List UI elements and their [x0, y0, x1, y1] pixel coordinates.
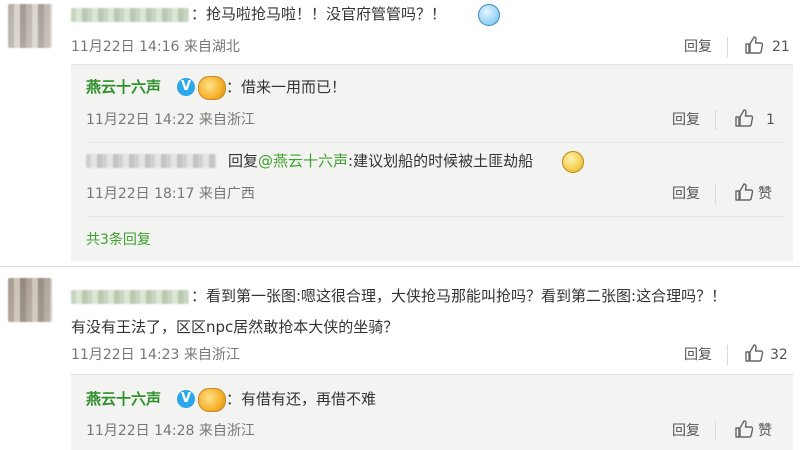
reply-button[interactable]: 回复	[684, 346, 712, 364]
thumb-up-icon[interactable]	[744, 343, 764, 363]
mention-link[interactable]: @燕云十六声	[258, 152, 348, 170]
verified-icon: V	[177, 78, 195, 96]
reply-button[interactable]: 回复	[672, 111, 700, 129]
thumb-up-icon[interactable]	[734, 182, 754, 202]
divider	[715, 110, 716, 130]
username-blurred[interactable]	[71, 290, 189, 304]
reply-button[interactable]: 回复	[672, 185, 700, 203]
comment-divider	[0, 266, 800, 267]
reply-text: 回复@燕云十六声:建议划船的时候被土匪劫船	[228, 151, 533, 171]
comment-time: 11月22日 14:23 来自浙江	[71, 347, 240, 363]
like-label[interactable]: 赞	[758, 422, 772, 440]
thumb-up-icon[interactable]	[744, 35, 764, 55]
reply-button[interactable]: 回复	[684, 38, 712, 56]
reply-author[interactable]: 燕云十六声	[86, 389, 161, 409]
divider	[715, 184, 716, 204]
thumb-up-icon[interactable]	[734, 108, 754, 128]
reply-author[interactable]: 燕云十六声	[86, 77, 161, 97]
divider	[86, 216, 786, 217]
like-count: 32	[770, 347, 788, 363]
reply-button[interactable]: 回复	[672, 422, 700, 440]
member-badge-icon	[198, 388, 226, 412]
emoji-icon	[478, 4, 500, 26]
thumb-up-icon[interactable]	[734, 419, 754, 439]
divider	[727, 345, 728, 365]
reply-text: ：有借有还，再借不难	[226, 390, 377, 408]
reply-time: 11月22日 14:28 来自浙江	[86, 423, 255, 439]
reply-body: :建议划船的时候被土匪劫船	[348, 152, 534, 170]
reply-text: ：借来一用而已！	[226, 78, 347, 96]
like-label[interactable]: 赞	[758, 185, 772, 203]
comment-text-line2: 有没有王法了，区区npc居然敢抢本大侠的坐骑？	[71, 318, 399, 336]
comment-text: ：抢马啦抢马啦！！没官府管管吗？！	[191, 5, 447, 23]
more-replies-link[interactable]: 共3条回复	[86, 230, 151, 250]
verified-icon: V	[177, 390, 195, 408]
like-count: 1	[766, 112, 775, 128]
reply-time: 11月22日 14:22 来自浙江	[86, 112, 255, 128]
username-blurred[interactable]	[86, 154, 216, 168]
divider	[727, 37, 728, 57]
emoji-icon	[562, 151, 584, 173]
member-badge-icon	[198, 76, 226, 100]
divider	[715, 421, 716, 441]
username-blurred[interactable]	[71, 8, 189, 22]
avatar[interactable]	[8, 278, 52, 322]
comment-text-line1: ：看到第一张图:嗯这很合理，大侠抢马那能叫抢吗？看到第二张图:这合理吗？！	[191, 287, 727, 305]
avatar[interactable]	[8, 4, 52, 48]
divider	[86, 142, 786, 143]
reply-prefix: 回复	[228, 152, 259, 170]
comment-time: 11月22日 14:16 来自湖北	[71, 39, 240, 55]
like-count: 21	[772, 39, 790, 55]
reply-time: 11月22日 18:17 来自广西	[86, 186, 255, 202]
